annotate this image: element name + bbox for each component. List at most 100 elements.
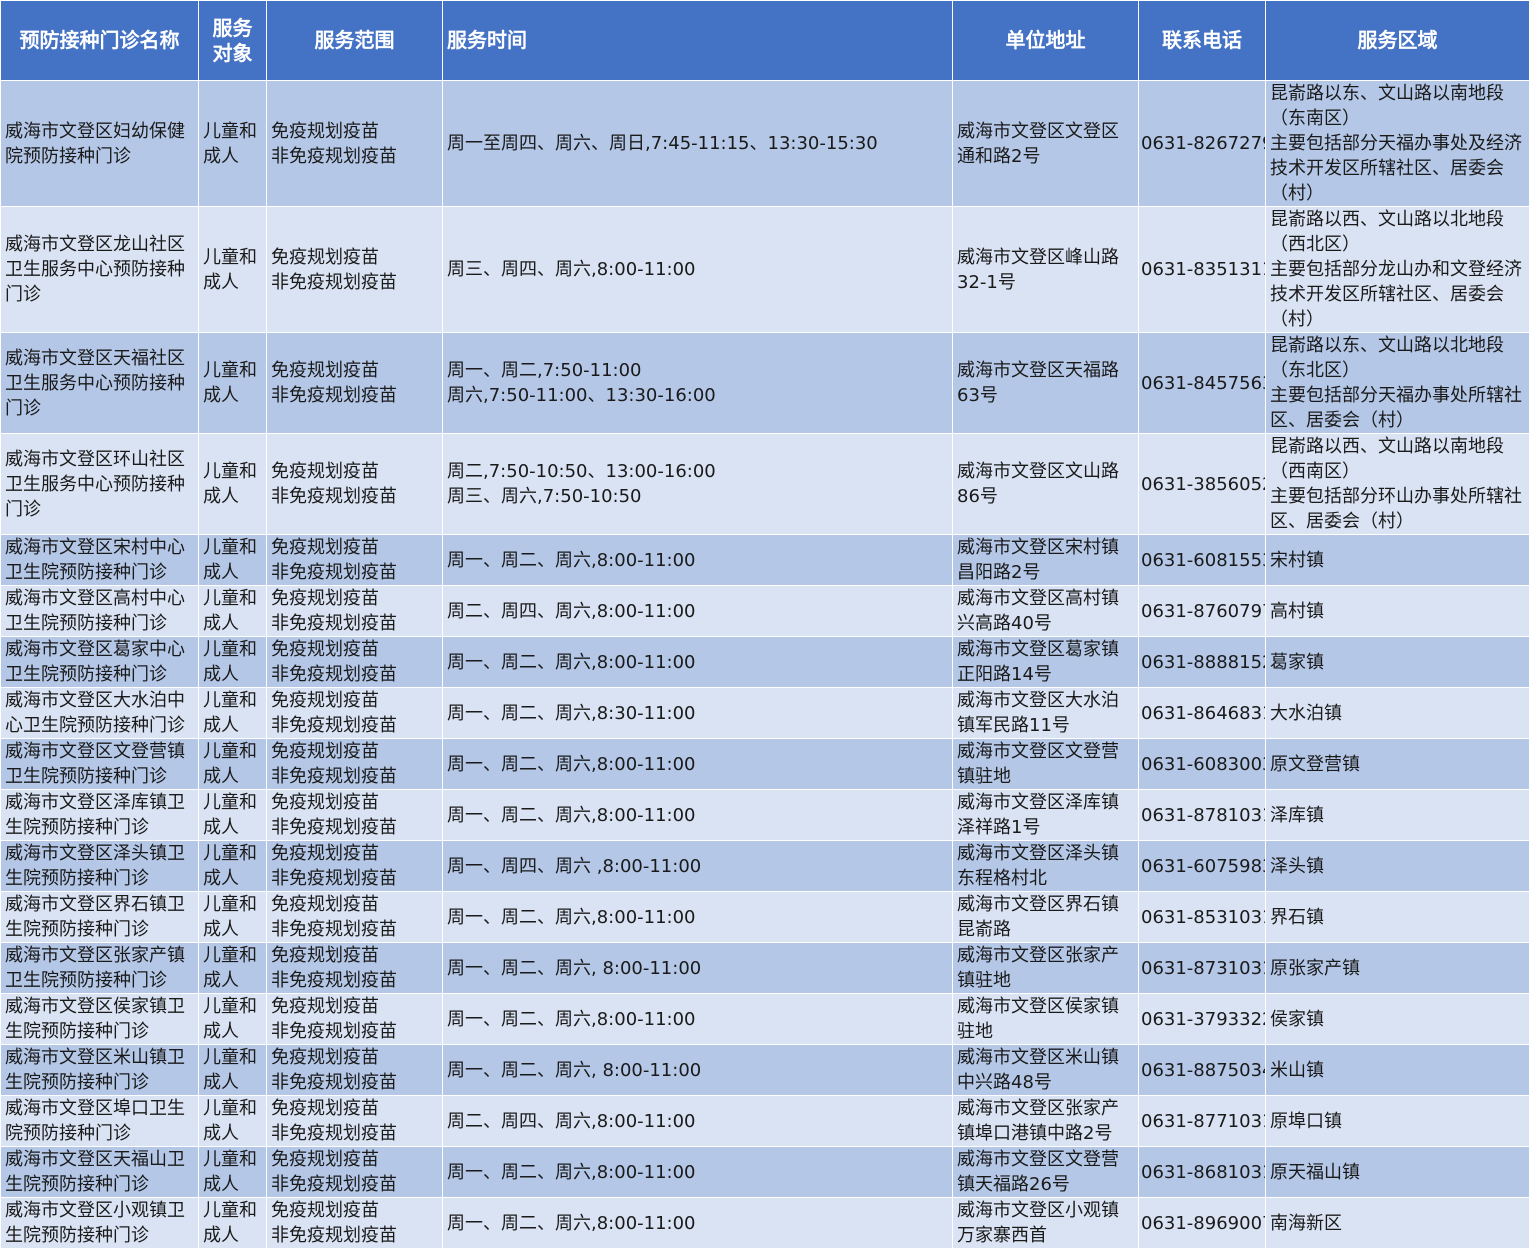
cell-name: 威海市文登区泽头镇卫生院预防接种门诊 [1, 841, 199, 892]
cell-scope: 免疫规划疫苗 非免疫规划疫苗 [267, 688, 443, 739]
cell-address: 威海市文登区小观镇万家寨西首 [953, 1198, 1139, 1249]
cell-name: 威海市文登区妇幼保健院预防接种门诊 [1, 81, 199, 207]
table-row: 威海市文登区宋村中心卫生院预防接种门诊儿童和成人免疫规划疫苗 非免疫规划疫苗周一… [1, 535, 1529, 586]
cell-address: 威海市文登区米山镇中兴路48号 [953, 1045, 1139, 1096]
cell-scope: 免疫规划疫苗 非免疫规划疫苗 [267, 207, 443, 333]
cell-scope: 免疫规划疫苗 非免疫规划疫苗 [267, 841, 443, 892]
cell-address: 威海市文登区葛家镇正阳路14号 [953, 637, 1139, 688]
cell-name: 威海市文登区泽库镇卫生院预防接种门诊 [1, 790, 199, 841]
cell-time: 周一、周二、周六,8:00-11:00 [443, 1147, 953, 1198]
cell-time: 周二、周四、周六,8:00-11:00 [443, 586, 953, 637]
cell-name: 威海市文登区大水泊中心卫生院预防接种门诊 [1, 688, 199, 739]
cell-time: 周一、周二、周六,8:00-11:00 [443, 892, 953, 943]
cell-name: 威海市文登区文登营镇卫生院预防接种门诊 [1, 739, 199, 790]
cell-time: 周一、周二、周六, 8:00-11:00 [443, 943, 953, 994]
cell-scope: 免疫规划疫苗 非免疫规划疫苗 [267, 333, 443, 434]
cell-phone: 0631-8351311 [1139, 207, 1266, 333]
cell-time: 周一、周二、周六,8:00-11:00 [443, 994, 953, 1045]
cell-scope: 免疫规划疫苗 非免疫规划疫苗 [267, 739, 443, 790]
cell-address: 威海市文登区侯家镇驻地 [953, 994, 1139, 1045]
cell-phone: 0631-8457563 [1139, 333, 1266, 434]
cell-scope: 免疫规划疫苗 非免疫规划疫苗 [267, 637, 443, 688]
cell-target: 儿童和成人 [199, 1096, 267, 1147]
cell-name: 威海市文登区环山社区卫生服务中心预防接种门诊 [1, 434, 199, 535]
cell-scope: 免疫规划疫苗 非免疫规划疫苗 [267, 994, 443, 1045]
cell-target: 儿童和成人 [199, 333, 267, 434]
cell-phone: 0631-8681031 [1139, 1147, 1266, 1198]
cell-address: 威海市文登区文登营镇天福路26号 [953, 1147, 1139, 1198]
cell-region: 泽库镇 [1266, 790, 1529, 841]
cell-address: 威海市文登区界石镇昆嵛路 [953, 892, 1139, 943]
cell-scope: 免疫规划疫苗 非免疫规划疫苗 [267, 1198, 443, 1249]
cell-address: 威海市文登区文山路86号 [953, 434, 1139, 535]
cell-phone: 0631-8969007 [1139, 1198, 1266, 1249]
table-row: 威海市文登区埠口卫生院预防接种门诊儿童和成人免疫规划疫苗 非免疫规划疫苗周二、周… [1, 1096, 1529, 1147]
table-row: 威海市文登区泽头镇卫生院预防接种门诊儿童和成人免疫规划疫苗 非免疫规划疫苗周一、… [1, 841, 1529, 892]
cell-scope: 免疫规划疫苗 非免疫规划疫苗 [267, 434, 443, 535]
cell-scope: 免疫规划疫苗 非免疫规划疫苗 [267, 1147, 443, 1198]
header-row: 预防接种门诊名称 服务 对象 服务范围 服务时间 单位地址 联系电话 服务区域 [1, 1, 1529, 81]
table-row: 威海市文登区高村中心卫生院预防接种门诊儿童和成人免疫规划疫苗 非免疫规划疫苗周二… [1, 586, 1529, 637]
cell-region: 昆嵛路以西、文山路以北地段（西北区） 主要包括部分龙山办和文登经济技术开发区所辖… [1266, 207, 1529, 333]
cell-scope: 免疫规划疫苗 非免疫规划疫苗 [267, 1045, 443, 1096]
cell-time: 周三、周四、周六,8:00-11:00 [443, 207, 953, 333]
cell-target: 儿童和成人 [199, 434, 267, 535]
cell-phone: 0631-3793322 [1139, 994, 1266, 1045]
table-row: 威海市文登区环山社区卫生服务中心预防接种门诊儿童和成人免疫规划疫苗 非免疫规划疫… [1, 434, 1529, 535]
cell-time: 周一、周二、周六,8:00-11:00 [443, 535, 953, 586]
cell-target: 儿童和成人 [199, 207, 267, 333]
cell-region: 昆嵛路以东、文山路以南地段（东南区） 主要包括部分天福办事处及经济技术开发区所辖… [1266, 81, 1529, 207]
cell-phone: 0631-3856052 [1139, 434, 1266, 535]
cell-target: 儿童和成人 [199, 790, 267, 841]
cell-name: 威海市文登区界石镇卫生院预防接种门诊 [1, 892, 199, 943]
cell-target: 儿童和成人 [199, 688, 267, 739]
cell-phone: 0631-6081553 [1139, 535, 1266, 586]
cell-time: 周一、周四、周六 ,8:00-11:00 [443, 841, 953, 892]
cell-name: 威海市文登区侯家镇卫生院预防接种门诊 [1, 994, 199, 1045]
cell-name: 威海市文登区葛家中心卫生院预防接种门诊 [1, 637, 199, 688]
cell-time: 周一、周二、周六,8:00-11:00 [443, 790, 953, 841]
cell-time: 周一、周二、周六,8:30-11:00 [443, 688, 953, 739]
cell-region: 原天福山镇 [1266, 1147, 1529, 1198]
cell-phone: 0631-8888152 [1139, 637, 1266, 688]
cell-target: 儿童和成人 [199, 892, 267, 943]
cell-region: 葛家镇 [1266, 637, 1529, 688]
cell-region: 泽头镇 [1266, 841, 1529, 892]
cell-phone: 0631-8781031 [1139, 790, 1266, 841]
cell-scope: 免疫规划疫苗 非免疫规划疫苗 [267, 81, 443, 207]
cell-name: 威海市文登区埠口卫生院预防接种门诊 [1, 1096, 199, 1147]
cell-name: 威海市文登区龙山社区卫生服务中心预防接种门诊 [1, 207, 199, 333]
cell-time: 周二,7:50-10:50、13:00-16:00 周三、周六,7:50-10:… [443, 434, 953, 535]
cell-region: 原文登营镇 [1266, 739, 1529, 790]
cell-phone: 0631-8771031 [1139, 1096, 1266, 1147]
table-row: 威海市文登区龙山社区卫生服务中心预防接种门诊儿童和成人免疫规划疫苗 非免疫规划疫… [1, 207, 1529, 333]
cell-scope: 免疫规划疫苗 非免疫规划疫苗 [267, 586, 443, 637]
table-row: 威海市文登区天福山卫生院预防接种门诊儿童和成人免疫规划疫苗 非免疫规划疫苗周一、… [1, 1147, 1529, 1198]
cell-scope: 免疫规划疫苗 非免疫规划疫苗 [267, 535, 443, 586]
table-row: 威海市文登区葛家中心卫生院预防接种门诊儿童和成人免疫规划疫苗 非免疫规划疫苗周一… [1, 637, 1529, 688]
header-phone: 联系电话 [1139, 1, 1266, 81]
table-row: 威海市文登区大水泊中心卫生院预防接种门诊儿童和成人免疫规划疫苗 非免疫规划疫苗周… [1, 688, 1529, 739]
cell-time: 周一、周二、周六,8:00-11:00 [443, 637, 953, 688]
table-row: 威海市文登区张家产镇卫生院预防接种门诊儿童和成人免疫规划疫苗 非免疫规划疫苗周一… [1, 943, 1529, 994]
cell-target: 儿童和成人 [199, 535, 267, 586]
cell-region: 大水泊镇 [1266, 688, 1529, 739]
cell-region: 界石镇 [1266, 892, 1529, 943]
cell-target: 儿童和成人 [199, 637, 267, 688]
header-scope: 服务范围 [267, 1, 443, 81]
cell-address: 威海市文登区泽头镇东程格村北 [953, 841, 1139, 892]
cell-target: 儿童和成人 [199, 1198, 267, 1249]
cell-time: 周一、周二,7:50-11:00 周六,7:50-11:00、13:30-16:… [443, 333, 953, 434]
cell-target: 儿童和成人 [199, 739, 267, 790]
cell-target: 儿童和成人 [199, 943, 267, 994]
table-row: 威海市文登区泽库镇卫生院预防接种门诊儿童和成人免疫规划疫苗 非免疫规划疫苗周一、… [1, 790, 1529, 841]
cell-time: 周一至周四、周六、周日,7:45-11:15、13:30-15:30 [443, 81, 953, 207]
table-row: 威海市文登区侯家镇卫生院预防接种门诊儿童和成人免疫规划疫苗 非免疫规划疫苗周一、… [1, 994, 1529, 1045]
cell-region: 侯家镇 [1266, 994, 1529, 1045]
cell-address: 威海市文登区宋村镇昌阳路2号 [953, 535, 1139, 586]
header-target: 服务 对象 [199, 1, 267, 81]
table-row: 威海市文登区小观镇卫生院预防接种门诊儿童和成人免疫规划疫苗 非免疫规划疫苗周一、… [1, 1198, 1529, 1249]
cell-name: 威海市文登区天福社区卫生服务中心预防接种门诊 [1, 333, 199, 434]
header-name: 预防接种门诊名称 [1, 1, 199, 81]
table-body: 威海市文登区妇幼保健院预防接种门诊儿童和成人免疫规划疫苗 非免疫规划疫苗周一至周… [1, 81, 1529, 1249]
